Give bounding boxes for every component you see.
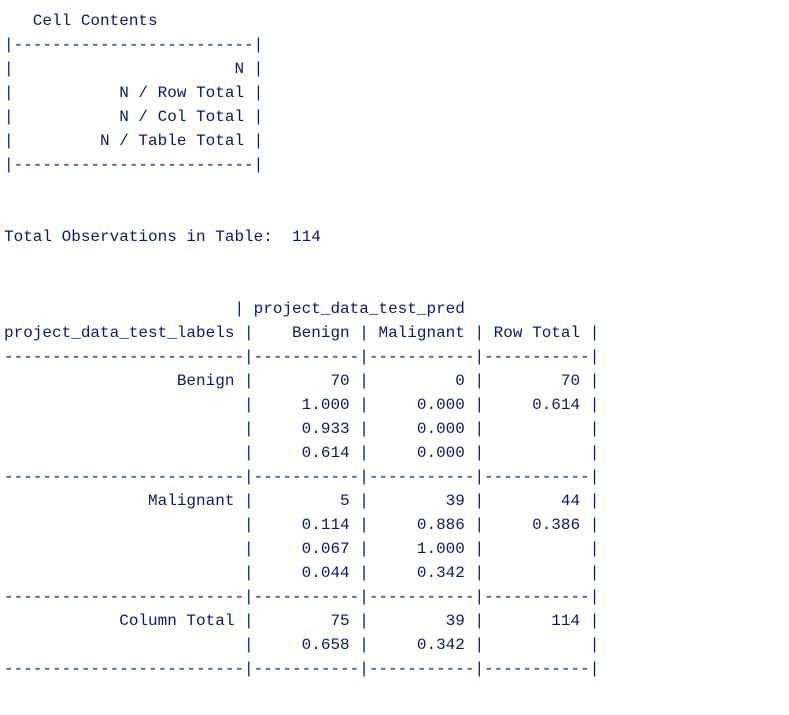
crosstab-row-column-total-prop: | 0.658 | 0.342 | | xyxy=(4,636,609,654)
legend-line-table-total: | N / Table Total | xyxy=(4,132,264,150)
crosstab-row-benign-row-prop: | 1.000 | 0.000 | 0.614 | xyxy=(4,396,609,414)
legend-border-bottom: |-------------------------| xyxy=(4,156,264,174)
legend-line-n: | N | xyxy=(4,60,264,78)
crosstab-row-malignant-table-prop: | 0.044 | 0.342 | | xyxy=(4,564,609,582)
crosstab-header-pred: | project_data_test_pred xyxy=(4,300,475,318)
crosstab-row-malignant-n: Malignant | 5 | 39 | 44 | xyxy=(4,492,609,510)
crosstab-separator: -------------------------|-----------|--… xyxy=(4,468,600,486)
crosstab-row-benign-table-prop: | 0.614 | 0.000 | | xyxy=(4,444,609,462)
total-observations: Total Observations in Table: 114 xyxy=(4,228,321,246)
crosstab-separator: -------------------------|-----------|--… xyxy=(4,588,600,606)
r-console-output: Cell Contents |-------------------------|… xyxy=(4,9,609,681)
crosstab-row-benign-col-prop: | 0.933 | 0.000 | | xyxy=(4,420,609,438)
crosstab-row-malignant-col-prop: | 0.067 | 1.000 | | xyxy=(4,540,609,558)
legend-line-col-total: | N / Col Total | xyxy=(4,108,264,126)
legend-title: Cell Contents xyxy=(4,12,158,30)
legend-border-top: |-------------------------| xyxy=(4,36,264,54)
legend-line-row-total: | N / Row Total | xyxy=(4,84,264,102)
crosstab-row-column-total-n: Column Total | 75 | 39 | 114 | xyxy=(4,612,609,630)
crosstab-separator: -------------------------|-----------|--… xyxy=(4,348,600,366)
crosstab-header-columns: project_data_test_labels | Benign | Mali… xyxy=(4,324,609,342)
crosstab-row-malignant-row-prop: | 0.114 | 0.886 | 0.386 | xyxy=(4,516,609,534)
crosstab-separator-bottom: -------------------------|-----------|--… xyxy=(4,660,600,678)
crosstab-row-benign-n: Benign | 70 | 0 | 70 | xyxy=(4,372,609,390)
